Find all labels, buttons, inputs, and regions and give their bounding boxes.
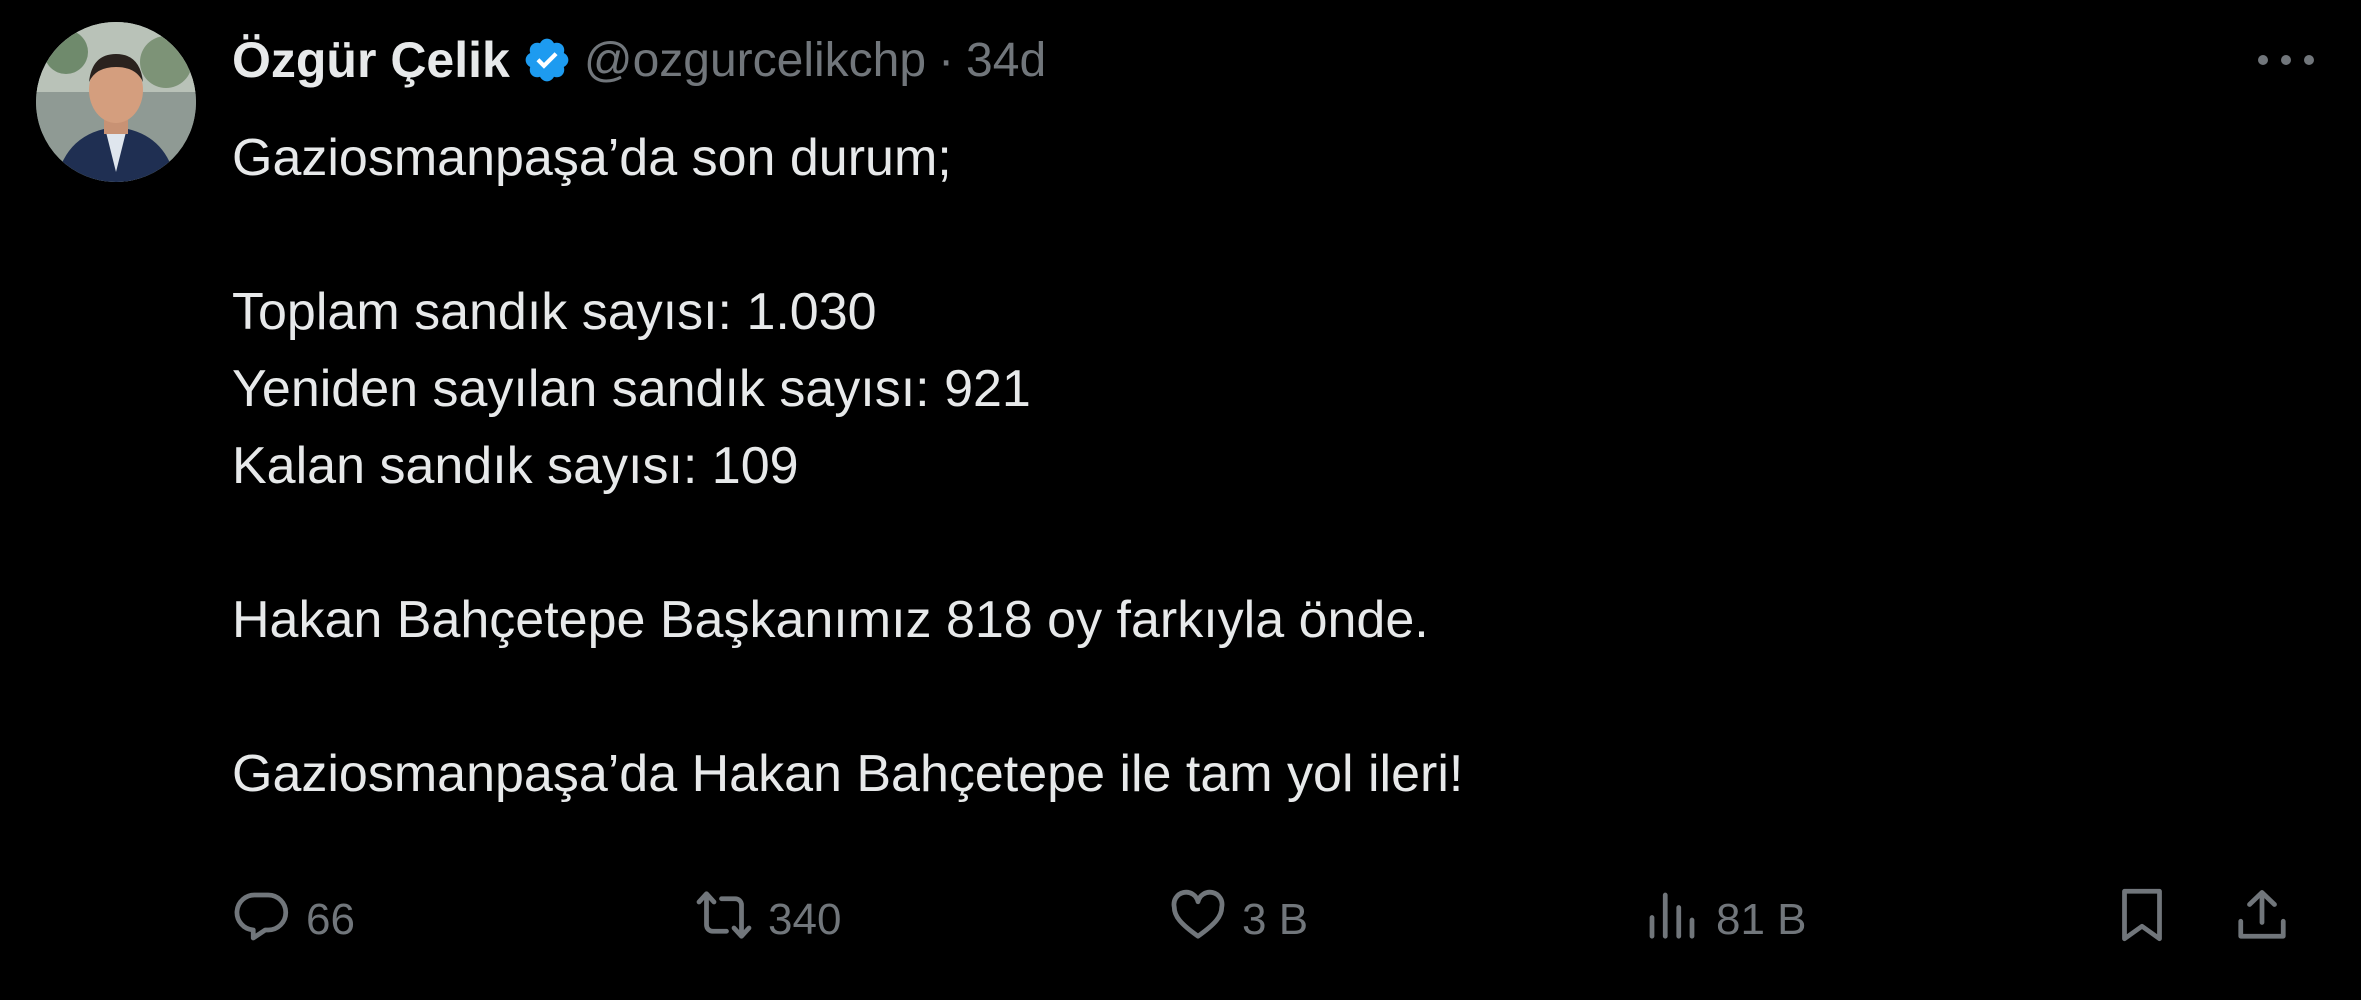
tweet-text-line: Toplam sandık sayısı: 1.030	[232, 283, 877, 341]
tweet-header: Özgür Çelik @ozgurcelikchp · 34d	[232, 28, 1046, 92]
tweet-text-line: Kalan sandık sayısı: 109	[232, 437, 799, 495]
repost-icon	[694, 885, 754, 956]
action-bar: 66 340 3 B 81 B	[232, 880, 2292, 960]
reply-button[interactable]: 66	[232, 880, 355, 960]
display-name[interactable]: Özgür Çelik	[232, 31, 510, 89]
tweet-text-line	[232, 197, 2232, 274]
tweet-text-line	[232, 659, 2232, 736]
like-button[interactable]: 3 B	[1168, 880, 1308, 960]
share-button[interactable]	[2232, 880, 2292, 960]
share-icon	[2232, 885, 2292, 956]
tweet-text-line: Gaziosmanpaşa’da son durum;	[232, 129, 952, 187]
tweet-text-line: Gaziosmanpaşa’da Hakan Bahçetepe ile tam…	[232, 745, 1464, 803]
views-count: 81 B	[1716, 895, 1807, 944]
views-icon	[1642, 885, 1702, 956]
tweet[interactable]: Özgür Çelik @ozgurcelikchp · 34d Gaziosm…	[0, 0, 2361, 1000]
repost-button[interactable]: 340	[694, 880, 841, 960]
repost-count: 340	[768, 895, 842, 944]
separator-dot: ·	[938, 33, 955, 87]
reply-count: 66	[306, 895, 355, 944]
tweet-timestamp[interactable]: 34d	[966, 33, 1046, 88]
more-icon[interactable]	[2251, 40, 2321, 80]
bookmark-icon	[2112, 885, 2172, 956]
tweet-text: Gaziosmanpaşa’da son durum; Toplam sandı…	[232, 120, 2232, 813]
views-button[interactable]: 81 B	[1642, 880, 1807, 960]
like-count: 3 B	[1242, 895, 1309, 944]
reply-icon	[232, 885, 292, 956]
tweet-text-line: Yeniden sayılan sandık sayısı: 921	[232, 360, 1031, 418]
heart-icon	[1168, 885, 1228, 956]
tweet-text-line	[232, 505, 2232, 582]
verified-badge-icon[interactable]	[522, 35, 572, 85]
tweet-text-line: Hakan Bahçetepe Başkanımız 818 oy farkıy…	[232, 591, 1429, 649]
author-handle[interactable]: @ozgurcelikchp	[584, 33, 926, 88]
avatar[interactable]	[36, 22, 196, 182]
bookmark-button[interactable]	[2112, 880, 2172, 960]
